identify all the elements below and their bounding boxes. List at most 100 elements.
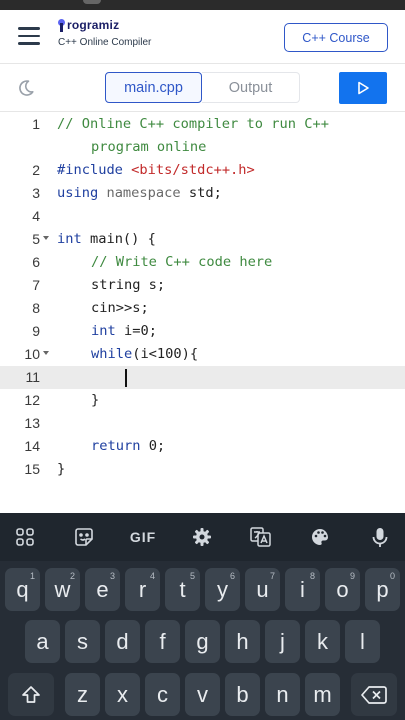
code-text: string s;	[91, 277, 166, 293]
code-keyword: return	[91, 438, 141, 454]
line-number: 11	[25, 369, 40, 385]
key-p[interactable]: p0	[365, 568, 400, 611]
code-comment: // Write C++ code here	[91, 254, 273, 270]
programiz-logo: rogramiz	[58, 18, 151, 32]
key-b[interactable]: b	[225, 673, 260, 716]
code-keyword: namespace	[106, 185, 181, 201]
mic-icon[interactable]	[363, 521, 397, 555]
moon-icon[interactable]	[16, 78, 36, 98]
app-header: rogramiz C++ Online Compiler C++ Course	[0, 10, 405, 64]
soft-keyboard: GIF q1 w2 e3 r4 t5 y6 u7 i8 o9 p0 a s d …	[0, 513, 405, 720]
line-number: 13	[24, 415, 40, 431]
fold-arrow-icon[interactable]	[43, 236, 49, 240]
gif-button[interactable]: GIF	[125, 521, 161, 553]
code-line: 9 int i=0;	[0, 320, 405, 343]
key-a[interactable]: a	[25, 620, 60, 663]
key-s[interactable]: s	[65, 620, 100, 663]
code-text-wrapped: program online	[91, 139, 207, 155]
sticker-icon[interactable]	[66, 521, 102, 553]
line-number: 3	[32, 185, 40, 201]
apps-icon[interactable]	[7, 521, 43, 553]
shift-icon[interactable]	[8, 673, 54, 716]
line-number: 9	[32, 323, 40, 339]
key-d[interactable]: d	[105, 620, 140, 663]
code-keyword: int	[91, 323, 116, 339]
brand[interactable]: rogramiz C++ Online Compiler	[58, 18, 151, 48]
code-line: program online	[0, 136, 405, 159]
code-text: main() {	[81, 231, 156, 247]
key-e[interactable]: e3	[85, 568, 120, 611]
course-button[interactable]: C++ Course	[284, 23, 388, 52]
line-number: 2	[32, 162, 40, 178]
brand-subtitle: C++ Online Compiler	[58, 37, 152, 48]
backspace-icon[interactable]	[351, 673, 397, 716]
menu-icon[interactable]	[18, 27, 40, 45]
line-number: 10	[24, 346, 40, 362]
code-line: 1 // Online C++ compiler to run C++	[0, 113, 405, 136]
key-w[interactable]: w2	[45, 568, 80, 611]
line-number: 12	[24, 392, 40, 408]
keyboard-toolbar: GIF	[0, 513, 405, 561]
code-text: 0;	[140, 438, 166, 454]
code-keyword: using	[57, 185, 99, 201]
run-button[interactable]	[339, 72, 387, 104]
tab-output[interactable]: Output	[202, 72, 300, 103]
code-text: }	[57, 461, 66, 477]
code-line: 15 }	[0, 458, 405, 481]
key-m[interactable]: m	[305, 673, 340, 716]
code-keyword: int	[57, 231, 82, 247]
brand-name: rogramiz	[67, 18, 120, 32]
code-line: 5 int main() {	[0, 228, 405, 251]
key-g[interactable]: g	[185, 620, 220, 663]
translate-icon[interactable]	[243, 521, 279, 553]
gear-icon[interactable]	[184, 521, 220, 553]
line-number: 6	[32, 254, 40, 270]
fold-arrow-icon[interactable]	[43, 351, 49, 355]
key-x[interactable]: x	[105, 673, 140, 716]
code-line: 12 }	[0, 389, 405, 412]
editor-toolbar: main.cpp Output	[0, 64, 405, 112]
code-line: 7 string s;	[0, 274, 405, 297]
status-bar	[0, 0, 405, 10]
code-line-active[interactable]: 11	[0, 366, 405, 389]
key-z[interactable]: z	[65, 673, 100, 716]
text-cursor	[125, 369, 127, 387]
code-line: 8 cin>>s;	[0, 297, 405, 320]
code-line: 6 // Write C++ code here	[0, 251, 405, 274]
code-text: cin>>s;	[91, 300, 149, 316]
line-number: 1	[32, 116, 40, 132]
key-i[interactable]: i8	[285, 568, 320, 611]
status-notch	[83, 0, 101, 4]
key-j[interactable]: j	[265, 620, 300, 663]
key-q[interactable]: q1	[5, 568, 40, 611]
key-c[interactable]: c	[145, 673, 180, 716]
line-number: 14	[24, 438, 40, 454]
code-keyword: while	[91, 346, 133, 362]
palette-icon[interactable]	[302, 521, 338, 553]
key-h[interactable]: h	[225, 620, 260, 663]
code-text: }	[91, 392, 100, 408]
key-v[interactable]: v	[185, 673, 220, 716]
key-l[interactable]: l	[345, 620, 380, 663]
code-text: std;	[180, 185, 222, 201]
code-line: 4	[0, 205, 405, 228]
play-icon	[358, 81, 369, 95]
key-o[interactable]: o9	[325, 568, 360, 611]
key-y[interactable]: y6	[205, 568, 240, 611]
key-t[interactable]: t5	[165, 568, 200, 611]
code-text: i=0;	[115, 323, 157, 339]
line-number: 4	[32, 208, 40, 224]
code-editor[interactable]: 1 // Online C++ compiler to run C++ prog…	[0, 112, 405, 512]
code-line: 10 while(i<100){	[0, 343, 405, 366]
tab-main-cpp[interactable]: main.cpp	[105, 72, 202, 103]
line-number: 8	[32, 300, 40, 316]
key-n[interactable]: n	[265, 673, 300, 716]
key-r[interactable]: r4	[125, 568, 160, 611]
logo-mark-icon	[58, 18, 66, 32]
key-k[interactable]: k	[305, 620, 340, 663]
key-f[interactable]: f	[145, 620, 180, 663]
key-u[interactable]: u7	[245, 568, 280, 611]
line-number: 15	[24, 461, 40, 477]
code-line: 3 using namespace std;	[0, 182, 405, 205]
line-number: 7	[32, 277, 40, 293]
